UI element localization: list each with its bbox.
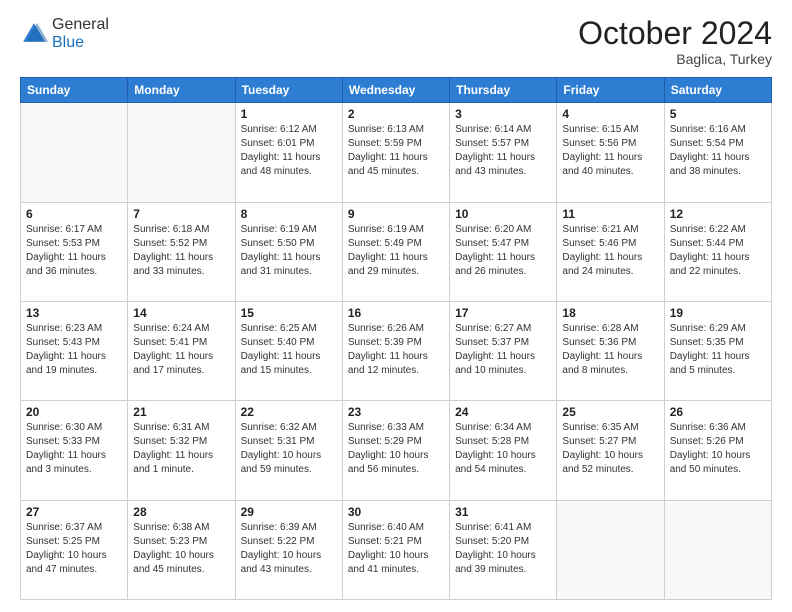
calendar-week-row: 6Sunrise: 6:17 AMSunset: 5:53 PMDaylight…	[21, 202, 772, 301]
table-row: 21Sunrise: 6:31 AMSunset: 5:32 PMDayligh…	[128, 401, 235, 500]
table-row: 23Sunrise: 6:33 AMSunset: 5:29 PMDayligh…	[342, 401, 449, 500]
table-row: 3Sunrise: 6:14 AMSunset: 5:57 PMDaylight…	[450, 103, 557, 202]
calendar-table: Sunday Monday Tuesday Wednesday Thursday…	[20, 77, 772, 600]
table-row: 1Sunrise: 6:12 AMSunset: 6:01 PMDaylight…	[235, 103, 342, 202]
table-row: 22Sunrise: 6:32 AMSunset: 5:31 PMDayligh…	[235, 401, 342, 500]
title-block: October 2024 Baglica, Turkey	[578, 16, 772, 67]
table-row: 18Sunrise: 6:28 AMSunset: 5:36 PMDayligh…	[557, 301, 664, 400]
calendar-header-row: Sunday Monday Tuesday Wednesday Thursday…	[21, 78, 772, 103]
table-row: 29Sunrise: 6:39 AMSunset: 5:22 PMDayligh…	[235, 500, 342, 599]
calendar-week-row: 20Sunrise: 6:30 AMSunset: 5:33 PMDayligh…	[21, 401, 772, 500]
col-thursday: Thursday	[450, 78, 557, 103]
table-row: 6Sunrise: 6:17 AMSunset: 5:53 PMDaylight…	[21, 202, 128, 301]
col-saturday: Saturday	[664, 78, 771, 103]
table-row	[21, 103, 128, 202]
col-wednesday: Wednesday	[342, 78, 449, 103]
table-row	[128, 103, 235, 202]
table-row: 12Sunrise: 6:22 AMSunset: 5:44 PMDayligh…	[664, 202, 771, 301]
header: General Blue October 2024 Baglica, Turke…	[20, 16, 772, 67]
table-row: 17Sunrise: 6:27 AMSunset: 5:37 PMDayligh…	[450, 301, 557, 400]
table-row: 15Sunrise: 6:25 AMSunset: 5:40 PMDayligh…	[235, 301, 342, 400]
table-row: 16Sunrise: 6:26 AMSunset: 5:39 PMDayligh…	[342, 301, 449, 400]
logo-icon	[20, 20, 48, 48]
table-row: 30Sunrise: 6:40 AMSunset: 5:21 PMDayligh…	[342, 500, 449, 599]
table-row: 5Sunrise: 6:16 AMSunset: 5:54 PMDaylight…	[664, 103, 771, 202]
table-row: 20Sunrise: 6:30 AMSunset: 5:33 PMDayligh…	[21, 401, 128, 500]
col-tuesday: Tuesday	[235, 78, 342, 103]
table-row: 11Sunrise: 6:21 AMSunset: 5:46 PMDayligh…	[557, 202, 664, 301]
subtitle: Baglica, Turkey	[578, 51, 772, 67]
table-row: 2Sunrise: 6:13 AMSunset: 5:59 PMDaylight…	[342, 103, 449, 202]
table-row: 25Sunrise: 6:35 AMSunset: 5:27 PMDayligh…	[557, 401, 664, 500]
calendar-week-row: 13Sunrise: 6:23 AMSunset: 5:43 PMDayligh…	[21, 301, 772, 400]
table-row: 13Sunrise: 6:23 AMSunset: 5:43 PMDayligh…	[21, 301, 128, 400]
col-monday: Monday	[128, 78, 235, 103]
calendar-week-row: 1Sunrise: 6:12 AMSunset: 6:01 PMDaylight…	[21, 103, 772, 202]
table-row: 9Sunrise: 6:19 AMSunset: 5:49 PMDaylight…	[342, 202, 449, 301]
table-row: 10Sunrise: 6:20 AMSunset: 5:47 PMDayligh…	[450, 202, 557, 301]
col-sunday: Sunday	[21, 78, 128, 103]
page: General Blue October 2024 Baglica, Turke…	[0, 0, 792, 612]
table-row: 28Sunrise: 6:38 AMSunset: 5:23 PMDayligh…	[128, 500, 235, 599]
table-row: 26Sunrise: 6:36 AMSunset: 5:26 PMDayligh…	[664, 401, 771, 500]
table-row: 24Sunrise: 6:34 AMSunset: 5:28 PMDayligh…	[450, 401, 557, 500]
col-friday: Friday	[557, 78, 664, 103]
table-row: 14Sunrise: 6:24 AMSunset: 5:41 PMDayligh…	[128, 301, 235, 400]
table-row: 8Sunrise: 6:19 AMSunset: 5:50 PMDaylight…	[235, 202, 342, 301]
logo-text: General Blue	[52, 16, 109, 52]
table-row: 4Sunrise: 6:15 AMSunset: 5:56 PMDaylight…	[557, 103, 664, 202]
logo: General Blue	[20, 16, 109, 52]
table-row	[664, 500, 771, 599]
table-row	[557, 500, 664, 599]
month-title: October 2024	[578, 16, 772, 51]
table-row: 31Sunrise: 6:41 AMSunset: 5:20 PMDayligh…	[450, 500, 557, 599]
table-row: 7Sunrise: 6:18 AMSunset: 5:52 PMDaylight…	[128, 202, 235, 301]
calendar-week-row: 27Sunrise: 6:37 AMSunset: 5:25 PMDayligh…	[21, 500, 772, 599]
table-row: 27Sunrise: 6:37 AMSunset: 5:25 PMDayligh…	[21, 500, 128, 599]
table-row: 19Sunrise: 6:29 AMSunset: 5:35 PMDayligh…	[664, 301, 771, 400]
